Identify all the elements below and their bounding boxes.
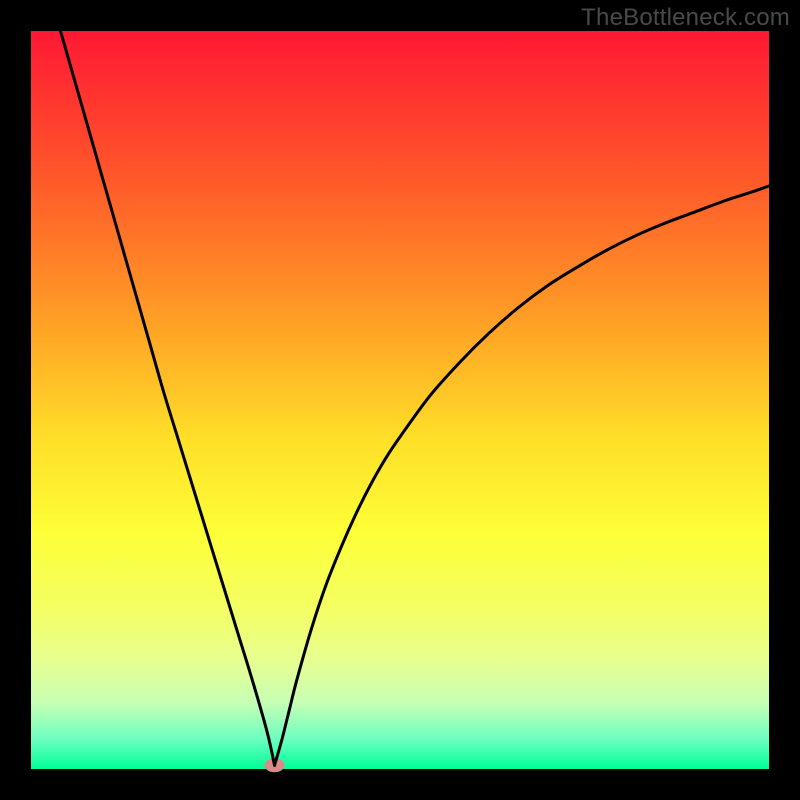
bottleneck-chart [0, 0, 800, 800]
plot-background [31, 31, 769, 769]
chart-frame: TheBottleneck.com [0, 0, 800, 800]
